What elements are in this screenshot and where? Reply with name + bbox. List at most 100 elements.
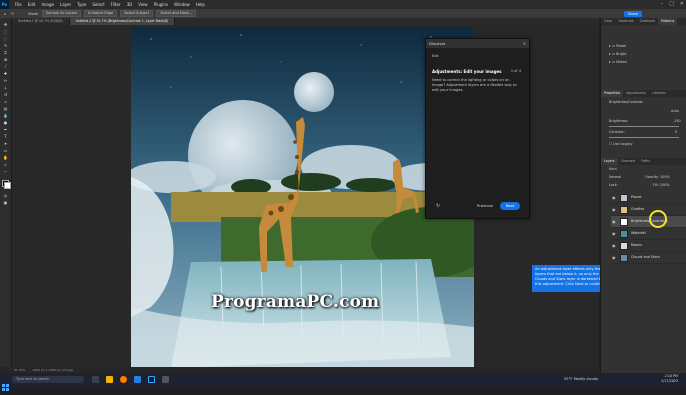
path-select-icon[interactable]: ➤ bbox=[2, 141, 9, 146]
contrast-value[interactable]: 0 bbox=[675, 130, 677, 134]
visibility-eye-icon[interactable]: ◉ bbox=[612, 243, 616, 248]
tab-patterns[interactable]: Patterns bbox=[658, 18, 678, 25]
pattern-group-pastel[interactable]: ▸ ▭ Pastel bbox=[609, 44, 626, 48]
move-tool-icon[interactable]: ✥ bbox=[2, 22, 9, 27]
layer-row[interactable]: ◉ Planet bbox=[611, 192, 686, 204]
pen-tool-icon[interactable]: ✒ bbox=[2, 127, 9, 132]
menu-window[interactable]: Window bbox=[174, 2, 190, 7]
visibility-eye-icon[interactable]: ◉ bbox=[612, 231, 616, 236]
blend-mode-select[interactable]: Normal bbox=[609, 175, 621, 179]
menu-3d[interactable]: 3D bbox=[127, 2, 133, 7]
menu-layer[interactable]: Layer bbox=[60, 2, 71, 7]
taskbar-search-input[interactable]: Type here to search bbox=[12, 376, 84, 383]
task-view-icon[interactable] bbox=[92, 376, 99, 383]
app-icon[interactable] bbox=[162, 376, 169, 383]
select-subject-button[interactable]: Select Subject bbox=[120, 10, 154, 17]
tab-swatches[interactable]: Swatches bbox=[615, 18, 636, 25]
quick-select-icon[interactable]: ✎ bbox=[2, 43, 9, 48]
layer-row[interactable]: ◉ Moons bbox=[611, 240, 686, 252]
menu-view[interactable]: View bbox=[138, 2, 148, 7]
tab-layers[interactable]: Layers bbox=[601, 158, 618, 165]
quick-mask-icon[interactable]: ◎ bbox=[2, 193, 9, 198]
tab-libraries[interactable]: Libraries bbox=[649, 90, 669, 97]
home-icon[interactable]: ⌂ bbox=[4, 12, 6, 16]
option-enhance-edge[interactable]: Enhance Edge bbox=[84, 10, 118, 17]
layer-row[interactable]: ◉ Giraffes bbox=[611, 204, 686, 216]
more-tools-icon[interactable]: ··· bbox=[2, 169, 9, 174]
layer-filter-kind[interactable]: Kind bbox=[609, 167, 616, 171]
contrast-slider[interactable] bbox=[609, 137, 679, 138]
option-mode[interactable]: Mode: bbox=[28, 12, 39, 16]
crop-tool-icon[interactable]: ⌗ bbox=[2, 50, 9, 55]
tab-color[interactable]: Color bbox=[601, 18, 615, 25]
tab-gradients[interactable]: Gradients bbox=[637, 18, 659, 25]
zoom-level[interactable]: 91.74% bbox=[14, 368, 25, 372]
share-button[interactable]: Share bbox=[623, 10, 642, 17]
gradient-tool-icon[interactable]: ▤ bbox=[2, 106, 9, 111]
weather-widget[interactable]: 55°F Mostly cloudy bbox=[564, 375, 598, 384]
layer-row[interactable]: ◉ Clouds and Stars bbox=[611, 252, 686, 264]
windows-start-icon[interactable] bbox=[2, 376, 9, 391]
menu-help[interactable]: Help bbox=[196, 2, 205, 7]
lasso-tool-icon[interactable]: ◌ bbox=[2, 36, 9, 41]
reset-icon[interactable]: ↻ bbox=[436, 203, 440, 209]
tab-document-1[interactable]: Untitled-1 @ 50.7% (RGB/8) bbox=[12, 18, 70, 25]
maximize-icon[interactable]: □ bbox=[669, 0, 674, 9]
pattern-group-bright[interactable]: ▸ ▭ Bright bbox=[609, 52, 626, 56]
select-and-mask-button[interactable]: Select and Mask... bbox=[156, 10, 197, 17]
visibility-eye-icon[interactable]: ◉ bbox=[612, 219, 616, 224]
option-sample-all-layers[interactable]: Sample All Layers bbox=[41, 10, 82, 17]
zoom-tool-icon[interactable]: ⌕ bbox=[2, 162, 9, 167]
file-explorer-icon[interactable] bbox=[106, 376, 113, 383]
visibility-eye-icon[interactable]: ◉ bbox=[612, 207, 616, 212]
color-swatches-icon[interactable] bbox=[2, 180, 11, 189]
fill-control[interactable]: Fill: 100% bbox=[653, 183, 669, 187]
minimize-icon[interactable]: – bbox=[661, 0, 664, 9]
close-icon[interactable]: ✕ bbox=[523, 39, 526, 48]
use-legacy-checkbox[interactable]: ☐ Use Legacy bbox=[609, 142, 633, 146]
firefox-icon[interactable] bbox=[120, 376, 127, 383]
tab-document-2[interactable]: Untitled-1 @ 91.7% (Brightness/Contrast … bbox=[69, 18, 176, 25]
healing-brush-icon[interactable]: ✚ bbox=[2, 71, 9, 76]
visibility-eye-icon[interactable]: ◉ bbox=[612, 255, 616, 260]
menu-file[interactable]: File bbox=[15, 2, 22, 7]
tab-adjustments[interactable]: Adjustments bbox=[623, 90, 649, 97]
tab-channels[interactable]: Channels bbox=[618, 158, 639, 165]
type-tool-icon[interactable]: T bbox=[2, 134, 9, 139]
opacity-control[interactable]: Opacity: 100% bbox=[645, 175, 670, 179]
tab-properties[interactable]: Properties bbox=[601, 90, 624, 97]
photoshop-taskbar-icon[interactable] bbox=[148, 376, 155, 383]
menu-type[interactable]: Type bbox=[77, 2, 86, 7]
clone-stamp-icon[interactable]: ⊥ bbox=[2, 85, 9, 90]
pattern-group-muted[interactable]: ▸ ▭ Muted bbox=[609, 60, 627, 64]
next-button[interactable]: Next bbox=[500, 202, 520, 210]
blur-tool-icon[interactable]: 💧 bbox=[2, 113, 9, 118]
visibility-eye-icon[interactable]: ◉ bbox=[612, 195, 616, 200]
frame-tool-icon[interactable]: ⊠ bbox=[2, 57, 9, 62]
marquee-tool-icon[interactable]: ⬚ bbox=[2, 29, 9, 34]
eyedropper-tool-icon[interactable]: ⁄ bbox=[2, 64, 9, 69]
app-icon[interactable] bbox=[134, 376, 141, 383]
hand-tool-icon[interactable]: ✋ bbox=[2, 155, 9, 160]
document-canvas[interactable] bbox=[131, 27, 474, 368]
brush-tool-icon[interactable]: ✏ bbox=[2, 78, 9, 83]
eraser-tool-icon[interactable]: ▱ bbox=[2, 99, 9, 104]
taskbar-clock[interactable]: 2:10 PM 2/17/2023 bbox=[650, 374, 678, 384]
menu-image[interactable]: Image bbox=[41, 2, 54, 7]
exit-link[interactable]: Exit bbox=[432, 54, 439, 58]
menu-select[interactable]: Select bbox=[92, 2, 104, 7]
auto-button[interactable]: Auto bbox=[671, 109, 679, 113]
menu-plugins[interactable]: Plugins bbox=[154, 2, 168, 7]
brightness-value[interactable]: -150 bbox=[673, 119, 681, 123]
menu-edit[interactable]: Edit bbox=[28, 2, 36, 7]
menu-filter[interactable]: Filter bbox=[111, 2, 121, 7]
quick-select-tool-icon[interactable]: ✎ bbox=[11, 12, 14, 16]
brightness-slider[interactable] bbox=[609, 126, 679, 127]
dodge-tool-icon[interactable]: ● bbox=[2, 120, 9, 125]
screen-mode-icon[interactable]: ▣ bbox=[2, 200, 9, 205]
previous-button[interactable]: Previous bbox=[477, 201, 493, 210]
history-brush-icon[interactable]: ↺ bbox=[2, 92, 9, 97]
layer-row[interactable]: ◉ Waterfall bbox=[611, 228, 686, 240]
shape-tool-icon[interactable]: ▭ bbox=[2, 148, 9, 153]
close-icon[interactable]: ✕ bbox=[680, 0, 684, 9]
